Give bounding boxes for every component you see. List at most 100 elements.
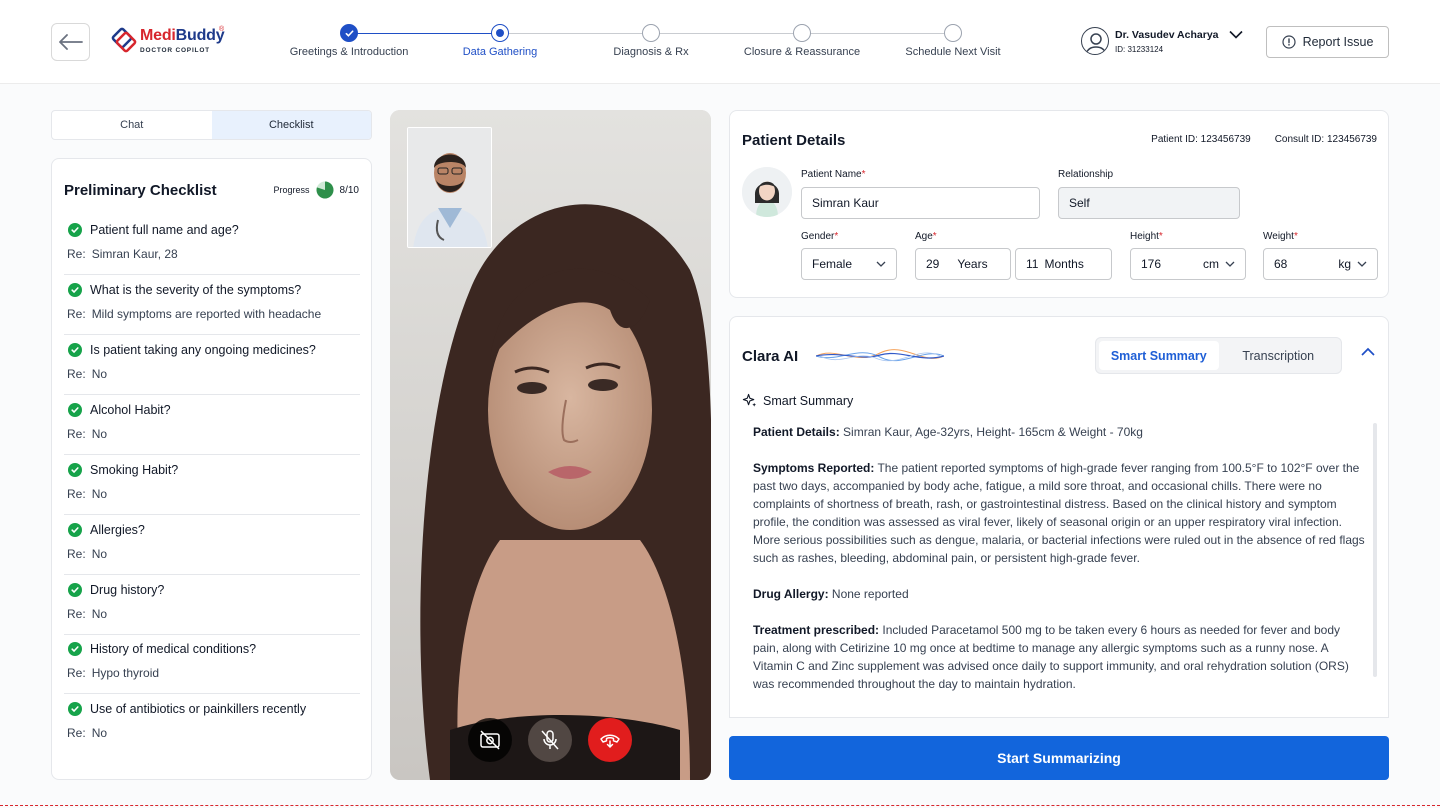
smart-summary-content: Patient Details: Simran Kaur, Age-32yrs,…: [753, 423, 1369, 713]
answer-text: Mild symptoms are reported with headache: [91, 307, 322, 321]
clara-ai-card: Clara AI Smart Summary Transcription Sma…: [729, 316, 1389, 718]
step-dot-closure[interactable]: [793, 24, 811, 42]
doctor-name: Dr. Vasudev Acharya: [1115, 29, 1219, 41]
camera-toggle-button[interactable]: [468, 718, 512, 762]
answer-text: No: [91, 427, 108, 441]
chevron-up-icon[interactable]: [1360, 347, 1376, 357]
mic-toggle-button[interactable]: [528, 718, 572, 762]
doctor-video-feed: [408, 128, 491, 247]
preliminary-checklist-card: Preliminary Checklist Progress 8/10 Pati…: [51, 158, 372, 780]
question-text: What is the severity of the symptoms?: [90, 283, 302, 297]
checklist-title: Preliminary Checklist: [64, 182, 217, 199]
list-item: Allergies? Re: No: [64, 515, 360, 575]
chevron-down-icon: [1357, 261, 1367, 267]
step-label-diagnosis[interactable]: Diagnosis & Rx: [613, 46, 688, 58]
list-item: Patient full name and age? Re: Simran Kaur…: [64, 215, 360, 275]
step-label-schedule[interactable]: Schedule Next Visit: [905, 46, 1000, 58]
checklist-answer: Re: No: [67, 487, 107, 501]
step-label-closure[interactable]: Closure & Reassurance: [744, 46, 860, 58]
checklist-answer: Re: No: [67, 726, 107, 740]
checklist-question: Use of antibiotics or painkillers recent…: [68, 702, 306, 716]
report-issue-button[interactable]: Report Issue: [1266, 26, 1389, 58]
age-label: Age*: [915, 231, 937, 242]
check-circle-icon: [68, 403, 82, 417]
summary-scrollbar[interactable]: [1373, 423, 1377, 677]
summary-paragraph: Symptoms Reported: The patient reported …: [753, 459, 1369, 567]
list-item: History of medical conditions? Re: Hypo th…: [64, 634, 360, 694]
checklist-answer: Re: No: [67, 607, 107, 621]
report-issue-label: Report Issue: [1302, 35, 1374, 49]
check-circle-icon: [68, 583, 82, 597]
checklist-answer: Re: No: [67, 367, 107, 381]
check-circle-icon: [68, 642, 82, 656]
checklist-question: What is the severity of the symptoms?: [68, 283, 301, 297]
tab-chat[interactable]: Chat: [52, 111, 212, 139]
step-dot-schedule[interactable]: [944, 24, 962, 42]
weight-unit[interactable]: kg: [1338, 257, 1351, 271]
top-header: MediBuddy ® DOCTOR COPILOT Greetings & I…: [0, 0, 1440, 84]
checklist-question: History of medical conditions?: [68, 642, 256, 656]
chevron-down-icon[interactable]: [1229, 30, 1243, 39]
smart-summary-heading: Smart Summary: [742, 393, 853, 408]
patient-avatar-icon: [742, 167, 792, 217]
summary-heading: Patient Details:: [753, 425, 840, 439]
list-item: Alcohol Habit? Re: No: [64, 395, 360, 455]
re-label: Re:: [67, 547, 86, 561]
camera-off-icon: [480, 730, 500, 750]
end-call-button[interactable]: [588, 718, 632, 762]
summary-paragraph: Treatment prescribed: Included Paracetam…: [753, 621, 1369, 693]
list-item: Use of antibiotics or painkillers recent…: [64, 694, 360, 754]
check-circle-icon: [68, 223, 82, 237]
question-text: Drug history?: [90, 583, 165, 597]
voice-wave-icon: [816, 349, 944, 362]
step-label-data-gathering[interactable]: Data Gathering: [463, 46, 538, 58]
age-months-field[interactable]: 11 Months: [1015, 248, 1112, 280]
start-summarizing-button[interactable]: Start Summarizing: [729, 736, 1389, 780]
checklist-answer: Re: Simran Kaur, 28: [67, 247, 178, 261]
step-dot-diagnosis[interactable]: [642, 24, 660, 42]
left-panel-tabs: Chat Checklist: [51, 110, 372, 140]
re-label: Re:: [67, 487, 86, 501]
re-label: Re:: [67, 726, 86, 740]
checklist-question: Drug history?: [68, 583, 164, 597]
relationship-field[interactable]: Self: [1058, 187, 1240, 219]
step-dot-greetings[interactable]: [340, 24, 358, 42]
age-years-field[interactable]: 29 Years: [915, 248, 1011, 280]
consult-id: Consult ID: 123456739: [1274, 134, 1377, 145]
summary-text: The patient reported symptoms of high-gr…: [753, 461, 1365, 565]
weight-field[interactable]: 68 kg: [1263, 248, 1378, 280]
check-circle-icon: [68, 463, 82, 477]
question-text: Allergies?: [90, 523, 145, 537]
summary-text: None reported: [828, 587, 909, 601]
check-circle-icon: [68, 523, 82, 537]
progress-count: 8/10: [339, 184, 359, 196]
step-connector: [810, 33, 944, 34]
tab-checklist[interactable]: Checklist: [211, 111, 371, 139]
patient-name-field[interactable]: Simran Kaur: [801, 187, 1040, 219]
consult-stepper: Greetings & Introduction Data Gathering …: [0, 0, 1440, 84]
question-text: Is patient taking any ongoing medicines?: [90, 343, 316, 357]
gender-select[interactable]: Female: [801, 248, 897, 280]
check-icon: [345, 29, 353, 37]
tab-smart-summary[interactable]: Smart Summary: [1099, 341, 1219, 370]
height-label: Height*: [1130, 231, 1163, 242]
list-item: Drug history? Re: No: [64, 575, 360, 635]
checklist-question: Allergies?: [68, 523, 145, 537]
checklist-answer: Re: Hypo thyroid: [67, 666, 159, 680]
step-dot-data-gathering[interactable]: [491, 24, 509, 42]
patient-avatar: [742, 167, 792, 217]
height-field[interactable]: 176 cm: [1130, 248, 1246, 280]
patient-details-title: Patient Details: [742, 132, 846, 149]
question-text: Smoking Habit?: [90, 463, 179, 477]
tab-transcription[interactable]: Transcription: [1219, 341, 1339, 370]
progress-label: Progress: [273, 185, 310, 195]
question-text: Patient full name and age?: [90, 223, 239, 237]
height-unit[interactable]: cm: [1203, 257, 1219, 271]
summary-paragraph: Advice: The patient was advised to rest …: [753, 711, 1369, 713]
step-label-greetings[interactable]: Greetings & Introduction: [290, 46, 409, 58]
doctor-self-view[interactable]: [407, 127, 492, 248]
check-circle-icon: [68, 283, 82, 297]
re-label: Re:: [67, 247, 86, 261]
answer-text: Simran Kaur, 28: [91, 247, 178, 261]
question-text: Use of antibiotics or painkillers recent…: [90, 702, 307, 716]
